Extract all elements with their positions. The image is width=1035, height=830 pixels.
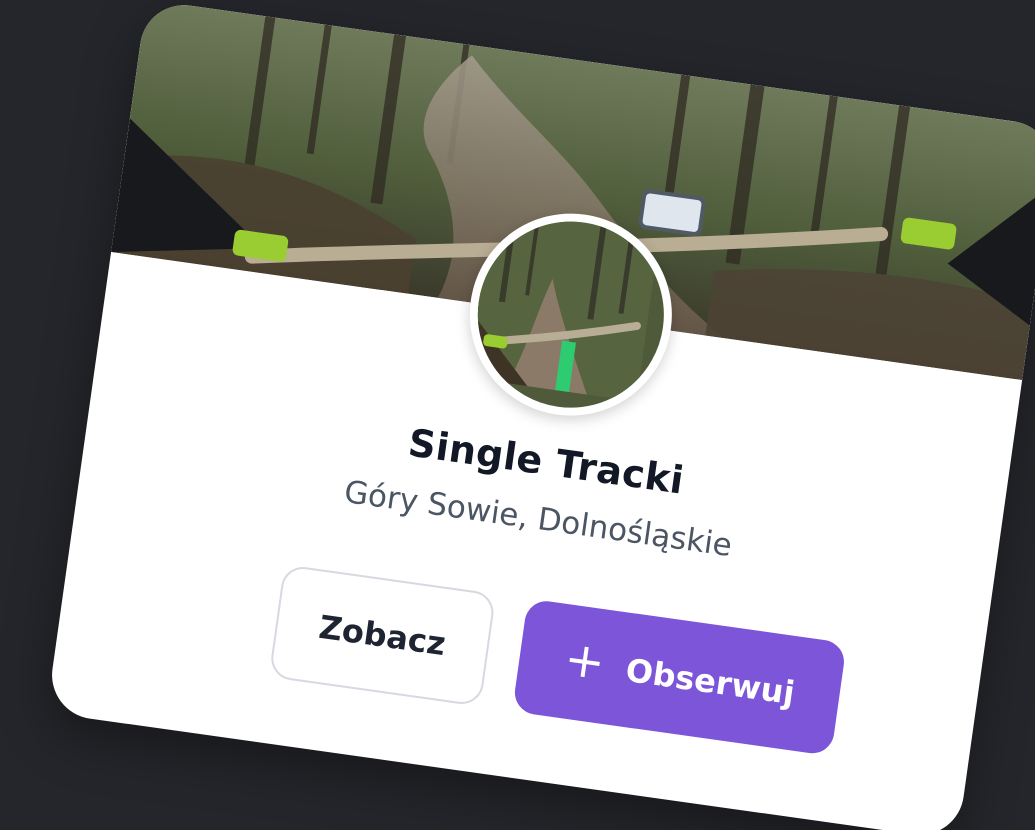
view-button-label: Zobacz: [316, 607, 449, 664]
follow-button[interactable]: + Obserwuj: [512, 598, 847, 757]
plus-icon: +: [560, 630, 609, 692]
follow-button-label: Obserwuj: [623, 650, 798, 713]
profile-card: Single Tracki Góry Sowie, Dolnośląskie Z…: [46, 0, 1035, 830]
stage: Single Tracki Góry Sowie, Dolnośląskie Z…: [0, 0, 1035, 830]
view-button[interactable]: Zobacz: [268, 564, 497, 707]
